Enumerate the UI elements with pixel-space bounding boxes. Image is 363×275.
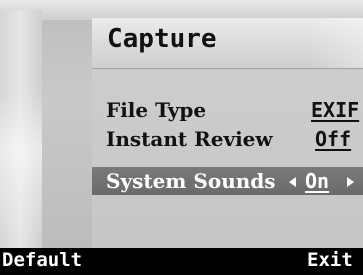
right-arrow-icon[interactable] — [347, 177, 354, 187]
exit-softkey[interactable]: Exit — [307, 249, 353, 271]
bezel-shine — [0, 90, 42, 240]
frame-top-bezel — [0, 0, 363, 20]
setting-label: System Sounds — [106, 169, 276, 193]
setting-value[interactable]: EXIF — [311, 98, 359, 122]
frame-left-bezel — [0, 10, 42, 248]
setting-row-instant-review[interactable]: Instant Review Off — [92, 126, 363, 152]
setting-row-file-type[interactable]: File Type EXIF — [92, 97, 363, 123]
default-softkey[interactable]: Default — [2, 249, 82, 271]
setting-value[interactable]: On — [305, 169, 329, 193]
setting-label: File Type — [106, 98, 207, 122]
camera-menu-screen: Capture File Type EXIF Instant Review Of… — [0, 0, 363, 275]
page-title: Capture — [107, 24, 217, 54]
setting-label: Instant Review — [106, 127, 273, 151]
left-arrow-icon[interactable] — [289, 177, 296, 187]
setting-value[interactable]: Off — [315, 127, 351, 151]
setting-row-system-sounds[interactable]: System Sounds On — [92, 167, 363, 195]
